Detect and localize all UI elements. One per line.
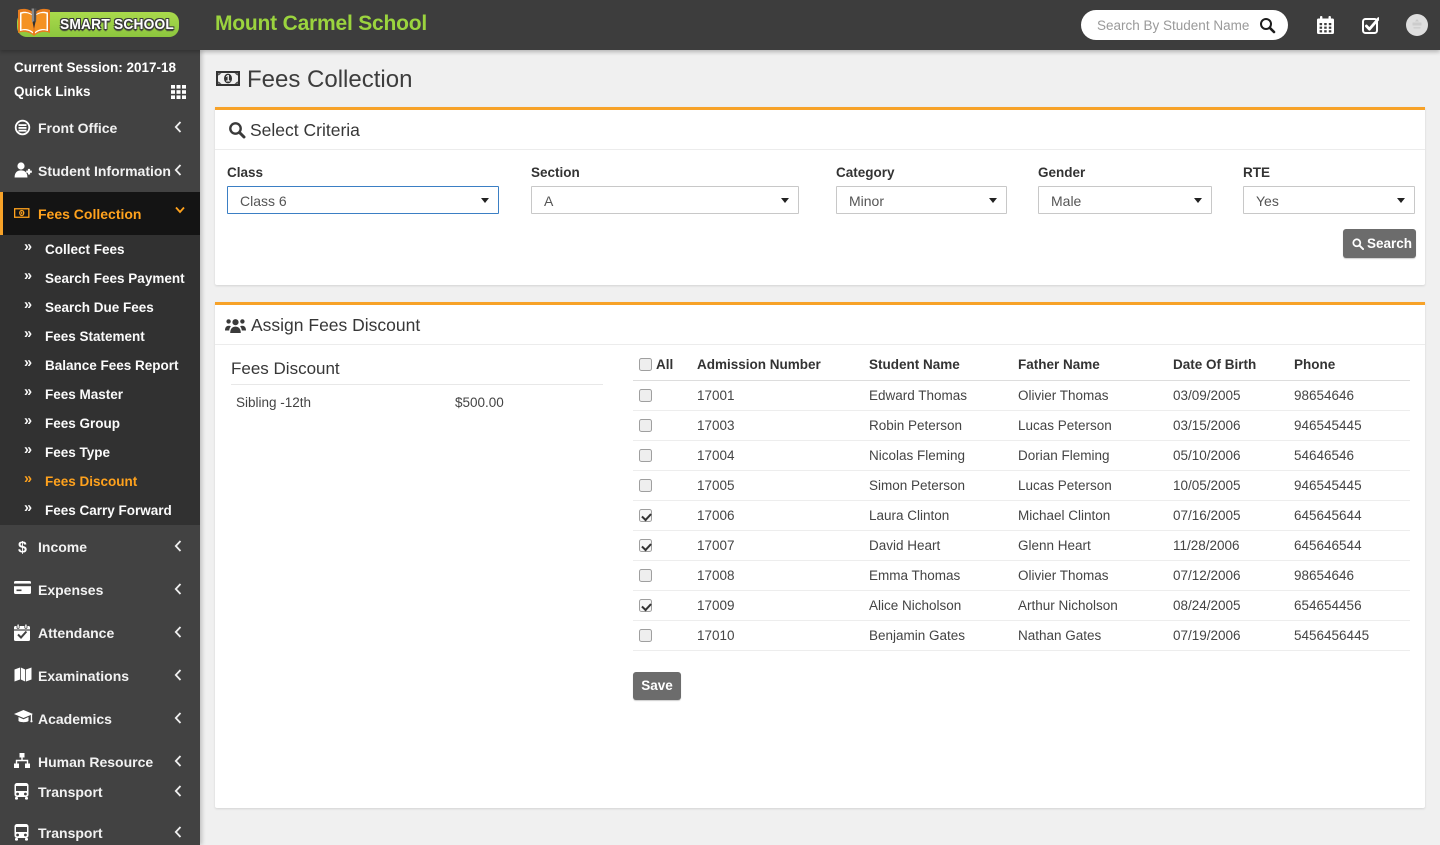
svg-text:1: 1 <box>225 74 230 84</box>
svg-text:0: 0 <box>20 210 23 216</box>
svg-text:$: $ <box>18 540 27 556</box>
